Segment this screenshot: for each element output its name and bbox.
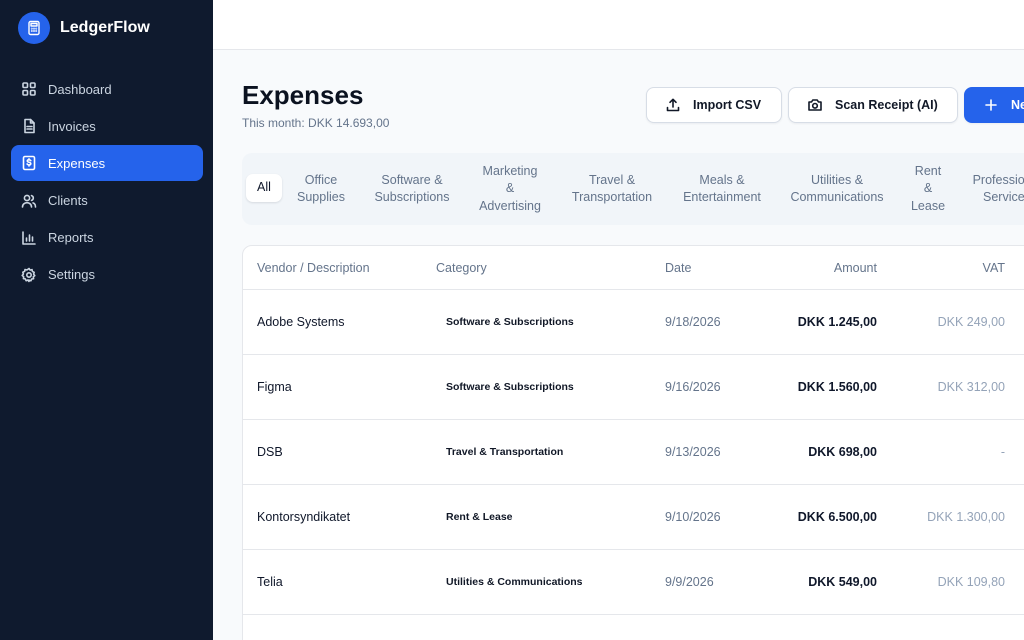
- plus-icon: [983, 97, 999, 113]
- date-cell: 9/9/2026: [665, 575, 714, 589]
- table-row[interactable]: Figma Software & Subscriptions 9/16/2026…: [243, 355, 1024, 420]
- upload-icon: [665, 97, 681, 113]
- table-row[interactable]: Telia Utilities & Communications 9/9/202…: [243, 550, 1024, 615]
- sidebar-item-dashboard[interactable]: Dashboard: [11, 71, 203, 107]
- sidebar-item-label: Reports: [48, 230, 94, 246]
- scan-receipt-label: Scan Receipt (AI): [835, 98, 938, 112]
- users-icon: [21, 193, 37, 209]
- sidebar-item-label: Clients: [48, 193, 88, 209]
- amount-cell: DKK 549,00: [808, 575, 877, 589]
- vat-cell: -: [1000, 445, 1005, 459]
- column-category[interactable]: Category: [436, 261, 487, 275]
- table-header: Vendor / Description Category Date Amoun…: [243, 246, 1024, 290]
- category-badge: Travel & Transportation: [446, 446, 564, 458]
- vat-cell: DKK 109,80: [937, 575, 1005, 589]
- filter-professional-services[interactable]: ProfessionalServices: [960, 153, 1024, 225]
- column-vendor[interactable]: Vendor / Description: [257, 261, 370, 275]
- receipt-icon: [21, 155, 37, 171]
- category-badge: Utilities & Communications: [446, 576, 583, 588]
- column-date[interactable]: Date: [665, 261, 691, 275]
- date-cell: 9/13/2026: [665, 445, 721, 459]
- filter-office-supplies[interactable]: Office Supplies: [284, 153, 358, 225]
- brand[interactable]: LedgerFlow: [0, 0, 213, 56]
- sidebar: LedgerFlow Dashboard Invoices Expenses C…: [0, 0, 213, 640]
- table-row[interactable]: DSB Travel & Transportation 9/13/2026 DK…: [243, 420, 1024, 485]
- vendor-cell: DSB: [257, 445, 283, 459]
- vat-cell: DKK 249,00: [937, 315, 1005, 329]
- import-csv-label: Import CSV: [693, 98, 762, 112]
- import-csv-button[interactable]: Import CSV: [646, 87, 782, 123]
- vat-cell: DKK 1.300,00: [927, 510, 1005, 524]
- sidebar-item-label: Invoices: [48, 118, 96, 134]
- scan-receipt-button[interactable]: Scan Receipt (AI): [788, 87, 958, 123]
- sidebar-item-label: Settings: [48, 267, 95, 283]
- category-badge: Rent & Lease: [446, 511, 513, 523]
- gear-icon: [21, 267, 37, 283]
- date-cell: 9/18/2026: [665, 315, 721, 329]
- date-cell: 9/16/2026: [665, 380, 721, 394]
- filter-marketing-advertising[interactable]: Marketing & Advertising: [471, 153, 549, 225]
- vendor-cell: Telia: [257, 575, 283, 589]
- filter-travel-transportation[interactable]: Travel & Transportation: [559, 153, 665, 225]
- vendor-cell: Adobe Systems: [257, 315, 345, 329]
- sidebar-item-invoices[interactable]: Invoices: [11, 108, 203, 144]
- dashboard-icon: [21, 81, 37, 97]
- camera-icon: [807, 97, 823, 113]
- filter-all[interactable]: All: [246, 174, 282, 202]
- sidebar-item-clients[interactable]: Clients: [11, 183, 203, 219]
- sidebar-item-reports[interactable]: Reports: [11, 220, 203, 256]
- new-expense-label: New Expense: [1011, 98, 1024, 112]
- file-icon: [21, 118, 37, 134]
- bar-chart-icon: [21, 230, 37, 246]
- filter-rent-lease[interactable]: Rent & Lease: [903, 153, 953, 225]
- sidebar-item-settings[interactable]: Settings: [11, 257, 203, 293]
- sidebar-item-expenses[interactable]: Expenses: [11, 145, 203, 182]
- column-vat[interactable]: VAT: [983, 261, 1005, 275]
- category-filter-bar: All Office Supplies Software & Subscriptio…: [242, 153, 1024, 225]
- category-badge: Software & Subscriptions: [446, 381, 574, 393]
- category-badge: Software & Subscriptions: [446, 316, 574, 328]
- sidebar-item-label: Dashboard: [48, 81, 112, 97]
- date-cell: 9/10/2026: [665, 510, 721, 524]
- amount-cell: DKK 1.245,00: [797, 315, 877, 329]
- top-bar: [213, 0, 1024, 50]
- amount-cell: DKK 1.560,00: [797, 380, 877, 394]
- expenses-table: Vendor / Description Category Date Amoun…: [242, 245, 1024, 640]
- filter-meals-entertainment[interactable]: Meals & Entertainment: [671, 153, 773, 225]
- filter-utilities-communications[interactable]: Utilities & Communications: [780, 153, 894, 225]
- new-expense-button[interactable]: New Expense: [964, 87, 1024, 123]
- sidebar-item-label: Expenses: [48, 155, 106, 171]
- amount-cell: DKK 6.500,00: [797, 510, 877, 524]
- column-amount[interactable]: Amount: [834, 261, 877, 275]
- main-content: Expenses This month: DKK 14.693,00 Impor…: [213, 50, 1024, 640]
- calculator-icon: [18, 12, 50, 44]
- amount-cell: DKK 698,00: [808, 445, 877, 459]
- monthly-total: This month: DKK 14.693,00: [242, 116, 390, 130]
- app-name: LedgerFlow: [60, 19, 150, 36]
- page-title: Expenses: [242, 80, 364, 110]
- table-row[interactable]: Kontorsyndikatet Rent & Lease 9/10/2026 …: [243, 485, 1024, 550]
- sidebar-nav: Dashboard Invoices Expenses Clients Repo…: [11, 71, 203, 294]
- vendor-cell: Kontorsyndikatet: [257, 510, 351, 524]
- vendor-cell: Figma: [257, 380, 292, 394]
- table-row[interactable]: Adobe Systems Software & Subscriptions 9…: [243, 290, 1024, 355]
- vat-cell: DKK 312,00: [937, 380, 1005, 394]
- filter-software-subscriptions[interactable]: Software & Subscriptions: [363, 153, 461, 225]
